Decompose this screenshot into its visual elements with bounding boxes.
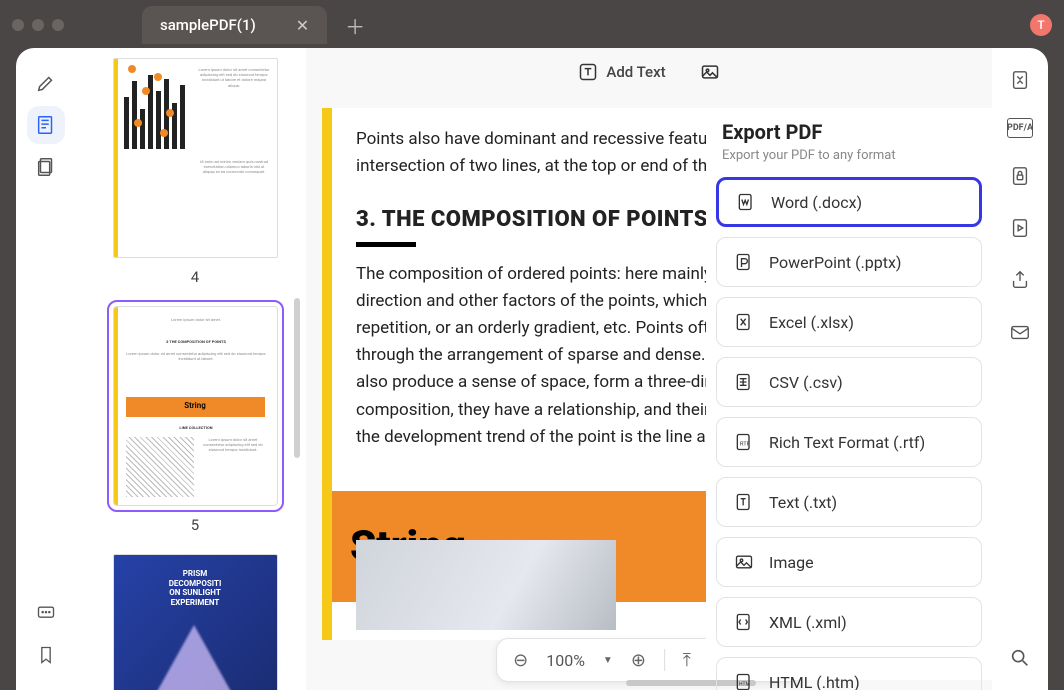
share-icon[interactable]: [1006, 266, 1034, 294]
heading-rule: [356, 242, 416, 247]
pdfa-icon[interactable]: PDF/A: [1007, 118, 1033, 138]
left-rail: [16, 48, 76, 690]
thumb-page-number: 4: [100, 268, 290, 286]
export-subtitle: Export your PDF to any format: [706, 148, 992, 177]
excel-icon: [733, 311, 755, 333]
txt-icon: [733, 491, 755, 513]
image-icon: [733, 551, 755, 573]
thumbnail-page-6[interactable]: PRISM DECOMPOSITI ON SUNLIGHT EXPERIMENT: [100, 554, 290, 690]
mail-icon[interactable]: [1006, 318, 1034, 346]
close-dot[interactable]: [12, 19, 24, 31]
minimize-dot[interactable]: [32, 19, 44, 31]
play-icon[interactable]: [1006, 214, 1034, 242]
first-page-icon[interactable]: ⤒: [683, 650, 691, 671]
rtf-icon: RTF: [733, 431, 755, 453]
zoom-dropdown-icon[interactable]: ▼: [603, 655, 613, 666]
export-title: Export PDF: [706, 108, 992, 148]
export-csv-option[interactable]: CSV (.csv): [716, 357, 982, 407]
right-rail: PDF/A: [992, 48, 1048, 690]
export-image-option[interactable]: Image: [716, 537, 982, 587]
bookmark-icon[interactable]: [27, 636, 65, 674]
pages-icon[interactable]: [27, 148, 65, 186]
export-panel: Export PDF Export your PDF to any format…: [706, 108, 992, 680]
tab-title: samplePDF(1): [160, 16, 256, 34]
add-text-label: Add Text: [606, 63, 665, 81]
opt-label: Rich Text Format (.rtf): [769, 433, 925, 452]
export-word-option[interactable]: Word (.docx): [716, 177, 982, 227]
thumbnail-page-4[interactable]: Lorem ipsum dolor sit amet consectetur a…: [100, 58, 290, 286]
user-avatar[interactable]: T: [1030, 14, 1052, 36]
convert-icon[interactable]: [1006, 66, 1034, 94]
page-accent-bar: [322, 108, 332, 640]
xml-icon: [733, 611, 755, 633]
opt-label: Word (.docx): [771, 193, 862, 212]
thumbnail-scrollbar[interactable]: [294, 298, 300, 458]
titlebar: samplePDF(1) ✕ ＋ T: [0, 0, 1064, 50]
avatar-initial: T: [1037, 18, 1044, 32]
maximize-dot[interactable]: [52, 19, 64, 31]
html-icon: HTM: [733, 671, 755, 690]
opt-label: HTML (.htm): [769, 673, 860, 690]
csv-icon: [733, 371, 755, 393]
zoom-in-icon[interactable]: ⊕: [631, 650, 646, 671]
document-toolbar: Add Text: [306, 62, 992, 82]
export-xml-option[interactable]: XML (.xml): [716, 597, 982, 647]
svg-text:RTF: RTF: [740, 441, 751, 447]
thumbnail-panel: Lorem ipsum dolor sit amet consectetur a…: [76, 48, 306, 690]
add-image-button[interactable]: [700, 62, 720, 82]
thumbnail-page-5[interactable]: Lorem ipsum dolor sit amet. 3 THE COMPOS…: [100, 306, 290, 534]
opt-label: PowerPoint (.pptx): [769, 253, 902, 272]
highlighter-icon[interactable]: [27, 64, 65, 102]
export-powerpoint-option[interactable]: PowerPoint (.pptx): [716, 237, 982, 287]
export-excel-option[interactable]: Excel (.xlsx): [716, 297, 982, 347]
protect-icon[interactable]: [1006, 162, 1034, 190]
svg-text:HTM: HTM: [739, 681, 750, 687]
thumb-band: String: [126, 397, 265, 417]
opt-label: Image: [769, 553, 814, 572]
opt-label: XML (.xml): [769, 613, 847, 632]
new-tab-button[interactable]: ＋: [345, 11, 365, 40]
close-tab-icon[interactable]: ✕: [296, 16, 309, 35]
export-html-option[interactable]: HTM HTML (.htm): [716, 657, 982, 690]
export-txt-option[interactable]: Text (.txt): [716, 477, 982, 527]
opt-label: Excel (.xlsx): [769, 313, 854, 332]
zoom-out-icon[interactable]: ⊖: [513, 650, 528, 671]
window-controls: [12, 19, 64, 31]
search-icon[interactable]: [1006, 644, 1034, 672]
main-window: Lorem ipsum dolor sit amet consectetur a…: [16, 48, 1048, 690]
document-tab[interactable]: samplePDF(1) ✕: [142, 6, 327, 44]
powerpoint-icon: [733, 251, 755, 273]
thumbnails-icon[interactable]: [27, 106, 65, 144]
page-photo: [356, 540, 616, 630]
opt-label: CSV (.csv): [769, 373, 843, 392]
thumb-page-number: 5: [100, 516, 290, 534]
zoom-level: 100%: [546, 651, 585, 670]
export-rtf-option[interactable]: RTF Rich Text Format (.rtf): [716, 417, 982, 467]
word-icon: [735, 191, 757, 213]
present-icon[interactable]: [27, 594, 65, 632]
add-text-button[interactable]: Add Text: [578, 62, 665, 82]
opt-label: Text (.txt): [769, 493, 837, 512]
